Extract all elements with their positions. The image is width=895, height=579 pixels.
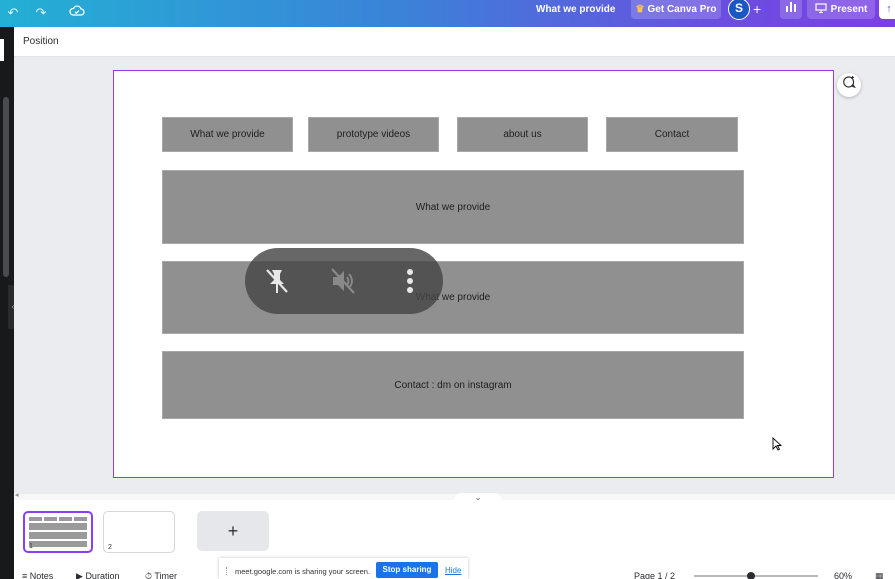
present-label: Present xyxy=(830,4,868,15)
thumb-shape xyxy=(29,532,87,539)
content-block-label: Contact : dm on instagram xyxy=(394,379,512,391)
nav-box-label: prototype videos xyxy=(336,129,411,140)
zoom-slider[interactable] xyxy=(694,575,818,577)
screen-share-bar: meet.google.com is sharing your screen. … xyxy=(219,558,468,579)
page-thumbnail-1[interactable]: 1 xyxy=(23,511,93,553)
nav-box-prototype-videos[interactable]: prototype videos xyxy=(308,117,439,152)
duration-button[interactable]: ▶ Duration xyxy=(76,571,119,579)
side-panel-strip: ‹ xyxy=(0,27,18,579)
thumb-shape xyxy=(29,541,87,547)
zoom-slider-handle[interactable] xyxy=(747,572,755,579)
timer-label: Timer xyxy=(154,571,178,579)
nav-box-about-us[interactable]: about us xyxy=(457,117,588,152)
meet-floating-controls xyxy=(245,248,443,314)
mouse-cursor-icon xyxy=(772,437,782,451)
thumb-shape xyxy=(59,517,72,521)
page-thumbnails: 1 2 + xyxy=(14,500,895,562)
duration-icon: ▶ xyxy=(76,571,83,579)
thumb-shape xyxy=(29,517,42,521)
present-icon xyxy=(815,3,827,14)
nav-box-label: What we provide xyxy=(190,129,265,140)
timer-icon: ⏱ xyxy=(145,571,153,579)
thumb-shape xyxy=(44,517,57,521)
top-bar: ↶ ↷ What we provide ♛ Get Canva Pro S + P… xyxy=(0,0,895,27)
mute-icon[interactable] xyxy=(324,262,362,300)
nav-box-label: about us xyxy=(503,129,542,140)
document-title[interactable]: What we provide xyxy=(536,0,615,27)
timer-button[interactable]: ⏱ Timer xyxy=(145,571,177,579)
nav-box-what-we-provide[interactable]: What we provide xyxy=(162,117,293,152)
add-collaborator-icon[interactable]: + xyxy=(753,0,761,18)
scroll-left-icon[interactable]: ◂ xyxy=(15,491,19,499)
share-message: meet.google.com is sharing your screen. xyxy=(235,567,371,576)
stop-sharing-button[interactable]: Stop sharing xyxy=(376,562,438,578)
thumb-shape xyxy=(74,517,87,521)
hide-link[interactable]: Hide xyxy=(445,566,461,575)
analytics-icon[interactable] xyxy=(780,0,802,19)
side-panel-scrollbar[interactable] xyxy=(3,97,9,277)
avatar[interactable]: S xyxy=(728,0,750,20)
add-comment-icon[interactable] xyxy=(837,73,861,97)
side-panel-indicator xyxy=(0,39,4,61)
position-button[interactable]: Position xyxy=(23,36,59,47)
content-block-label: What we provide xyxy=(415,201,491,213)
share-icon[interactable]: ↑ xyxy=(879,0,895,19)
notes-label: Notes xyxy=(29,571,54,579)
page-indicator[interactable]: Page 1 / 2 xyxy=(634,571,675,579)
nav-box-label: Contact xyxy=(654,129,690,140)
notes-icon: ≡ xyxy=(22,571,28,579)
cloud-saved-icon[interactable] xyxy=(68,4,86,22)
add-page-button[interactable]: + xyxy=(197,511,269,551)
page-thumbnail-2[interactable]: 2 xyxy=(103,511,175,553)
get-canva-pro-button[interactable]: ♛ Get Canva Pro xyxy=(631,0,721,19)
unpin-icon[interactable] xyxy=(258,262,296,300)
drag-handle-icon[interactable] xyxy=(226,567,228,575)
more-options-icon[interactable] xyxy=(391,262,429,300)
content-block-1[interactable]: What we provide xyxy=(162,170,744,244)
context-toolbar: Position xyxy=(14,27,895,57)
grid-view-icon[interactable]: ▦ xyxy=(875,571,884,579)
page-number: 2 xyxy=(108,544,112,551)
zoom-value[interactable]: 60% xyxy=(834,571,852,579)
crown-icon: ♛ xyxy=(635,4,645,15)
get-pro-label: Get Canva Pro xyxy=(647,4,717,15)
redo-icon[interactable]: ↷ xyxy=(32,4,50,22)
notes-button[interactable]: ≡ Notes xyxy=(22,571,53,579)
nav-box-contact[interactable]: Contact xyxy=(606,117,738,152)
present-button[interactable]: Present xyxy=(807,0,875,19)
content-block-3[interactable]: Contact : dm on instagram xyxy=(162,351,744,419)
undo-icon[interactable]: ↶ xyxy=(4,4,22,22)
thumb-shape xyxy=(29,523,87,530)
page-number: 1 xyxy=(29,543,33,550)
duration-label: Duration xyxy=(85,571,120,579)
